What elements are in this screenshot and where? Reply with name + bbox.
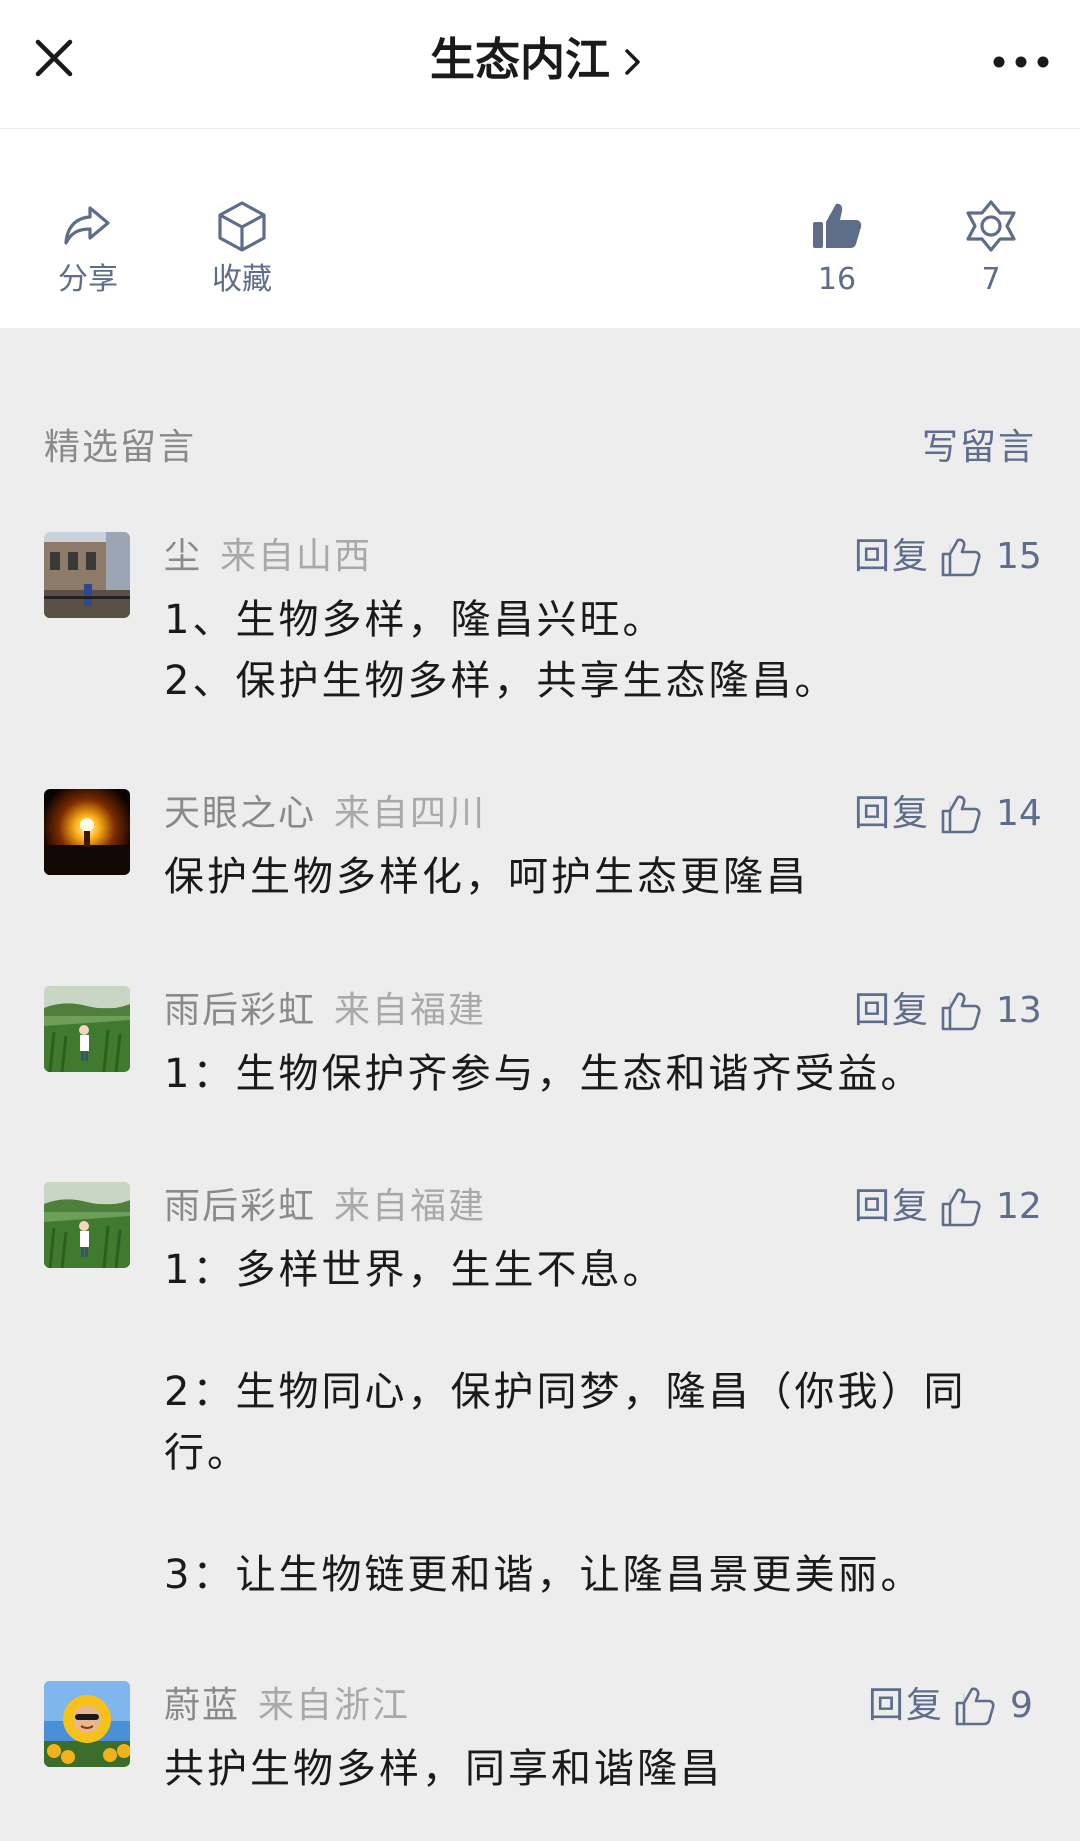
comment-text: 1：生物保护齐参与，生态和谐齐受益。 bbox=[164, 1051, 924, 1097]
more-icon[interactable] bbox=[990, 40, 1052, 84]
thumbs-up-icon bbox=[955, 1687, 995, 1726]
share-label: 分享 bbox=[58, 262, 118, 297]
favorite-button[interactable]: 收藏 bbox=[182, 198, 302, 300]
comment-like-count: 13 bbox=[996, 990, 1042, 1031]
reply-button[interactable]: 回复 bbox=[854, 986, 930, 1036]
like-count: 16 bbox=[817, 262, 857, 297]
comment-location: 来自福建 bbox=[334, 990, 487, 1031]
favorite-label: 收藏 bbox=[212, 262, 272, 297]
comment-like-button[interactable]: 9 bbox=[954, 1681, 1036, 1731]
thumbs-up-icon bbox=[941, 795, 981, 834]
comment-item: 蔚蓝 来自浙江 回复 9 共护生物多样，同享和谐隆昌 bbox=[44, 1681, 1036, 1801]
write-comment-button[interactable]: 写留言 bbox=[922, 418, 1036, 470]
avatar[interactable] bbox=[44, 789, 130, 875]
comments-section-title: 精选留言 bbox=[44, 427, 197, 468]
comment-nickname[interactable]: 雨后彩虹 bbox=[164, 1186, 316, 1227]
comment-like-count: 12 bbox=[996, 1186, 1042, 1227]
comment-like-button[interactable]: 14 bbox=[940, 789, 1042, 839]
comment-nickname[interactable]: 蔚蓝 bbox=[164, 1685, 240, 1726]
reply-button[interactable]: 回复 bbox=[854, 789, 930, 839]
comment-like-count: 14 bbox=[996, 793, 1042, 834]
comment-like-count: 15 bbox=[996, 536, 1042, 577]
comment-text: 保护生物多样化，呵护生态更隆昌 bbox=[164, 854, 809, 900]
chevron-right-icon bbox=[625, 49, 640, 75]
thumbs-up-icon bbox=[941, 538, 981, 577]
comments-header: 精选留言 写留言 bbox=[44, 412, 1036, 472]
cube-icon bbox=[218, 201, 266, 252]
comment-like-button[interactable]: 15 bbox=[940, 532, 1042, 582]
avatar[interactable] bbox=[44, 532, 130, 618]
comment-nickname[interactable]: 雨后彩虹 bbox=[164, 990, 316, 1031]
article-action-bar: 分享 收藏 16 7 bbox=[0, 128, 1080, 328]
comment-location: 来自山西 bbox=[220, 536, 373, 577]
account-title-link[interactable]: 生态内江 bbox=[0, 30, 1080, 90]
comment-header: 尘来自山西 回复 15 bbox=[164, 532, 1042, 582]
star-of-david-icon bbox=[966, 200, 1016, 252]
avatar[interactable] bbox=[44, 1681, 130, 1767]
comment-like-button[interactable]: 12 bbox=[940, 1182, 1042, 1232]
page-title: 生态内江 bbox=[429, 33, 610, 86]
comment-location: 来自四川 bbox=[334, 793, 487, 834]
like-article-button[interactable]: 16 bbox=[777, 198, 897, 300]
reply-button[interactable]: 回复 bbox=[868, 1681, 944, 1731]
reply-button[interactable]: 回复 bbox=[854, 532, 930, 582]
thumbs-up-icon bbox=[941, 1188, 981, 1227]
comment-item: 雨后彩虹 来自福建 回复 12 1：多样世界，生生不息。 2：生物同心，保护同梦，… bbox=[44, 1182, 1042, 1622]
comment-nickname[interactable]: 尘 bbox=[164, 536, 202, 577]
avatar[interactable] bbox=[44, 986, 130, 1072]
reply-button[interactable]: 回复 bbox=[854, 1182, 930, 1232]
comment-item: 天眼之心 来自四川 回复 14 保护生物多样化，呵护生态更隆昌 bbox=[44, 789, 1042, 909]
comment-header: 蔚蓝 来自浙江 回复 9 bbox=[164, 1681, 1036, 1731]
wow-button[interactable]: 7 bbox=[931, 198, 1051, 300]
thumbs-up-filled-icon bbox=[813, 203, 862, 248]
comment-like-count: 9 bbox=[1010, 1685, 1033, 1726]
comment-location: 来自福建 bbox=[334, 1186, 487, 1227]
comment-header: 雨后彩虹 来自福建 回复 13 bbox=[164, 986, 1042, 1036]
comment-text: 共护生物多样，同享和谐隆昌 bbox=[164, 1746, 723, 1792]
comment-like-button[interactable]: 13 bbox=[940, 986, 1042, 1036]
wow-count: 7 bbox=[981, 262, 1001, 297]
share-icon bbox=[64, 206, 110, 245]
comment-header: 天眼之心 来自四川 回复 14 bbox=[164, 789, 1042, 839]
comment-location: 来自浙江 bbox=[258, 1685, 411, 1726]
share-button[interactable]: 分享 bbox=[28, 198, 148, 300]
comment-text: 1：多样世界，生生不息。 2：生物同心，保护同梦，隆昌（你我）同行。 3：让生物… bbox=[164, 1247, 967, 1598]
comment-item: 尘来自山西 回复 15 1、生物多样，隆昌兴旺。 2、保护生物多样，共享生态隆昌… bbox=[44, 532, 1042, 704]
comment-text: 1、生物多样，隆昌兴旺。 2、保护生物多样，共享生态隆昌。 bbox=[164, 597, 838, 704]
top-nav-bar: 生态内江 bbox=[0, 0, 1080, 129]
comment-header: 雨后彩虹 来自福建 回复 12 bbox=[164, 1182, 1042, 1232]
avatar[interactable] bbox=[44, 1182, 130, 1268]
thumbs-up-icon bbox=[941, 992, 981, 1031]
comment-nickname[interactable]: 天眼之心 bbox=[164, 793, 316, 834]
comment-item: 雨后彩虹 来自福建 回复 13 1：生物保护齐参与，生态和谐齐受益。 bbox=[44, 986, 1042, 1106]
